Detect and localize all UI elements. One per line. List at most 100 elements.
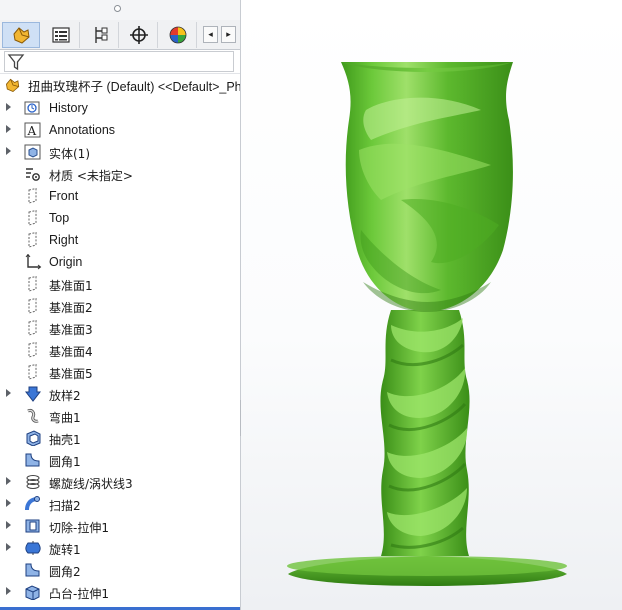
graphics-viewport[interactable]: [241, 0, 622, 610]
tree-item[interactable]: 基准面4: [0, 339, 240, 361]
loft-icon: [24, 386, 42, 402]
plane-icon: [24, 364, 42, 380]
expand-arrow-icon[interactable]: [6, 389, 11, 397]
extruded-cut-icon: [24, 518, 42, 534]
goblet-stem: [380, 310, 470, 556]
material-icon: [24, 166, 42, 182]
goblet-bowl: [341, 62, 513, 312]
tree-item-label: Origin: [49, 255, 83, 269]
tree-item-label: Right: [49, 233, 79, 247]
panel-tab-bar: ◂ ▸: [0, 20, 240, 50]
tree-item-label: 圆角2: [49, 565, 81, 579]
origin-icon: [24, 254, 42, 270]
plane-icon: [24, 298, 42, 314]
svg-text:A: A: [27, 124, 37, 138]
expand-arrow-icon[interactable]: [6, 125, 11, 133]
grip-dot-icon: [114, 5, 121, 12]
solid-bodies-icon: [24, 144, 42, 160]
fillet-icon: [24, 562, 42, 578]
filter-row: [0, 50, 240, 74]
tree-item-label: History: [49, 101, 88, 115]
expand-arrow-icon[interactable]: [6, 521, 11, 529]
feature-manager-panel: ◂ ▸ 扭曲玫瑰杯子 (Default) <<Default>_Ph Histo…: [0, 0, 241, 610]
fillet-icon: [24, 452, 42, 468]
plane-icon: [24, 210, 42, 226]
tree-item-label: 抽壳1: [49, 433, 81, 447]
appearance-icon: [169, 26, 186, 44]
tree-item[interactable]: 弯曲1: [0, 405, 240, 427]
expand-arrow-icon[interactable]: [6, 477, 11, 485]
tree-item[interactable]: Front: [0, 185, 240, 207]
tree-item-label: 螺旋线/涡状线3: [49, 477, 133, 491]
expand-arrow-icon[interactable]: [6, 147, 11, 155]
tree-item-label: Annotations: [49, 123, 116, 137]
propertymanager-icon: [51, 27, 70, 43]
plane-icon: [24, 232, 42, 248]
configurationmanager-tab[interactable]: [81, 22, 119, 48]
part-icon: [6, 78, 20, 93]
tree-item[interactable]: 螺旋线/涡状线3: [0, 471, 240, 493]
expand-arrow-icon[interactable]: [6, 103, 11, 111]
tree-item[interactable]: 基准面2: [0, 295, 240, 317]
expand-arrow-icon[interactable]: [6, 543, 11, 551]
tree-item-label: 基准面1: [49, 279, 93, 293]
tree-item-label: 基准面3: [49, 323, 93, 337]
tab-scroll-right-button[interactable]: ▸: [221, 26, 236, 43]
configurationmanager-icon: [94, 27, 107, 43]
tree-item[interactable]: 放样2: [0, 383, 240, 405]
tree-item[interactable]: 基准面5: [0, 361, 240, 383]
tree-root-part[interactable]: 扭曲玫瑰杯子 (Default) <<Default>_Ph: [0, 74, 241, 96]
feature-tree: History A Annotations 实体(1) 材质 <未指定> Front Top…: [0, 97, 240, 603]
tree-item-label: 弯曲1: [49, 411, 81, 425]
sweep-icon: [24, 496, 42, 512]
tree-item[interactable]: 实体(1): [0, 141, 240, 163]
panel-grip[interactable]: [0, 0, 240, 20]
tree-item[interactable]: A Annotations: [0, 119, 240, 141]
helix-icon: [24, 474, 42, 490]
tree-item-label: 凸台-拉伸1: [49, 587, 109, 601]
tree-item-label: 基准面2: [49, 301, 93, 315]
filter-icon[interactable]: [7, 53, 25, 71]
tree-item-label: 扫描2: [49, 499, 81, 513]
featuremanager-icon: [13, 27, 30, 44]
featuremanager-tab[interactable]: [2, 22, 40, 48]
expand-arrow-icon[interactable]: [6, 499, 11, 507]
tree-item[interactable]: 切除-拉伸1: [0, 515, 240, 537]
tree-item[interactable]: Top: [0, 207, 240, 229]
flex-icon: [24, 408, 42, 424]
tree-item[interactable]: 旋转1: [0, 537, 240, 559]
plane-icon: [24, 188, 42, 204]
tree-root-label: 扭曲玫瑰杯子 (Default) <<Default>_Ph: [28, 79, 241, 94]
tab-scroll-left-button[interactable]: ◂: [203, 26, 218, 43]
tree-item[interactable]: 基准面1: [0, 273, 240, 295]
plane-icon: [24, 342, 42, 358]
tree-item[interactable]: 材质 <未指定>: [0, 163, 240, 185]
revolve-icon: [24, 540, 42, 556]
tree-item[interactable]: 扫描2: [0, 493, 240, 515]
tree-item-label: 基准面4: [49, 345, 93, 359]
tree-item[interactable]: Right: [0, 229, 240, 251]
tree-item-label: 圆角1: [49, 455, 81, 469]
appearance-tab[interactable]: [159, 22, 197, 48]
goblet-base: [287, 556, 567, 586]
tree-item-label: 基准面5: [49, 367, 93, 381]
tree-item[interactable]: 圆角1: [0, 449, 240, 471]
tree-item-label: 放样2: [49, 389, 81, 403]
dimxpert-tab[interactable]: [120, 22, 158, 48]
filter-input[interactable]: [4, 51, 234, 72]
expand-arrow-icon[interactable]: [6, 587, 11, 595]
tree-item[interactable]: 凸台-拉伸1: [0, 581, 240, 603]
dimxpert-icon: [129, 26, 148, 44]
goblet-model[interactable]: [241, 0, 622, 610]
propertymanager-tab[interactable]: [42, 22, 80, 48]
plane-icon: [24, 320, 42, 336]
tree-item[interactable]: Origin: [0, 251, 240, 273]
tree-item-label: 实体(1): [49, 147, 90, 161]
tree-item[interactable]: History: [0, 97, 240, 119]
annotations-icon: A: [24, 122, 42, 138]
tree-item[interactable]: 抽壳1: [0, 427, 240, 449]
history-icon: [24, 100, 42, 116]
tree-item-label: Front: [49, 189, 79, 203]
tree-item[interactable]: 圆角2: [0, 559, 240, 581]
tree-item[interactable]: 基准面3: [0, 317, 240, 339]
